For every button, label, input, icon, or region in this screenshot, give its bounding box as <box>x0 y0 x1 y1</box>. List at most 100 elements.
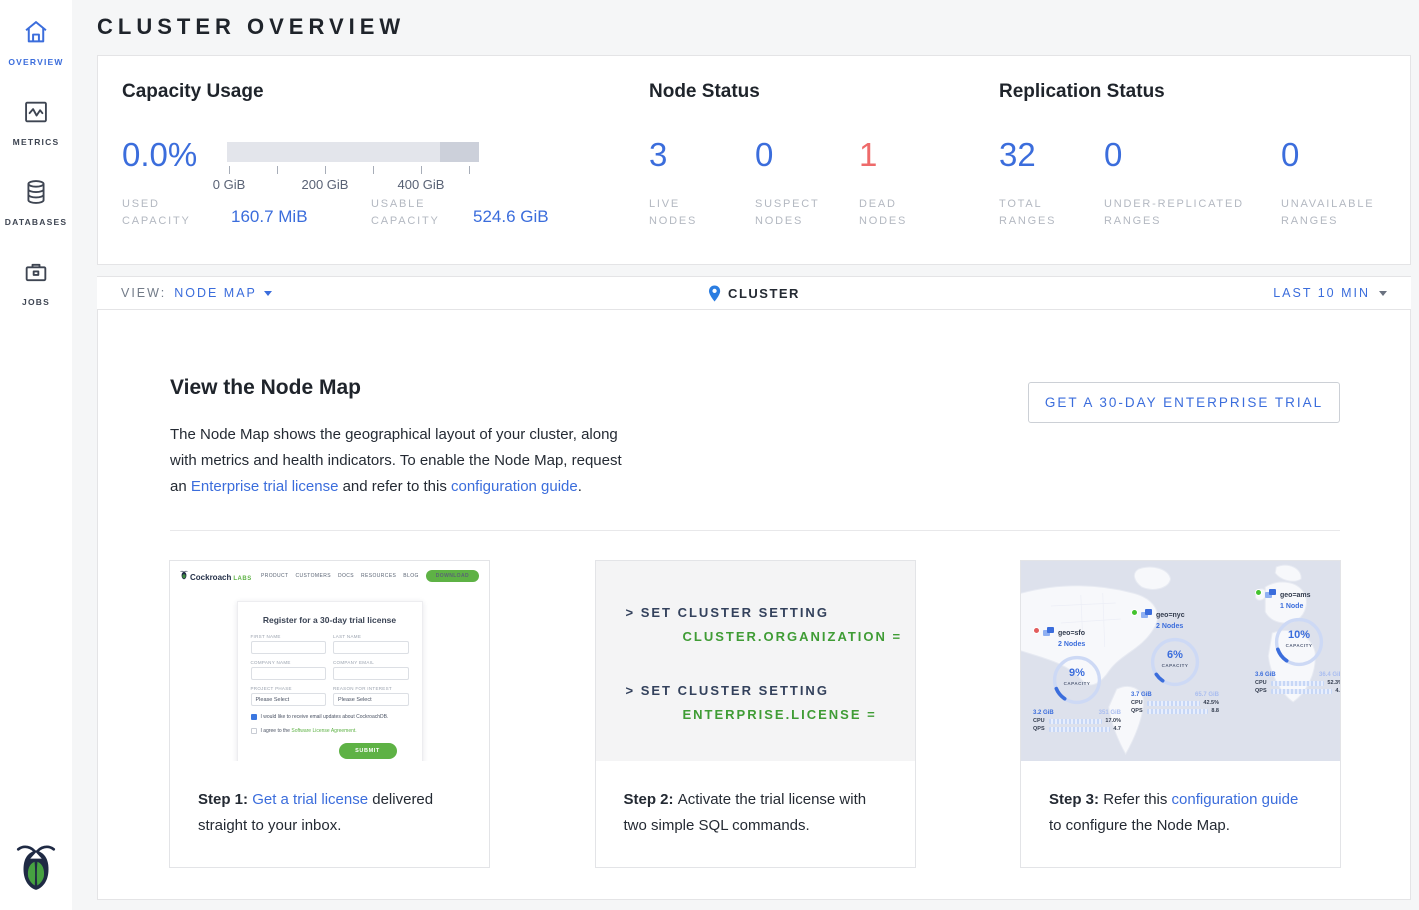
step2-card: > SET CLUSTER SETTING CLUSTER.ORGANIZATI… <box>595 560 916 868</box>
description-text: and refer to this <box>338 478 451 495</box>
suspect-nodes-label: SUSPECT NODES <box>755 196 839 230</box>
chevron-down-icon <box>264 291 272 296</box>
databases-icon <box>21 178 51 206</box>
mini-site-logo-suffix: LABS <box>233 576 251 582</box>
cpu-sparkline <box>1049 719 1102 724</box>
capacity-percent: 6% <box>1147 649 1203 661</box>
dead-status-dot <box>1033 627 1040 634</box>
cpu-label: CPU <box>1131 700 1144 706</box>
mini-submit-button: SUBMIT <box>339 743 397 759</box>
live-nodes-value: 3 <box>649 136 667 174</box>
capacity-used: 3.7 GiB <box>1131 692 1152 698</box>
capacity-gauge: 6% CAPACITY <box>1147 634 1203 690</box>
capacity-label: CAPACITY <box>1147 663 1203 668</box>
view-selector-value: NODE MAP <box>174 286 257 300</box>
page-title: CLUSTER OVERVIEW <box>97 14 405 40</box>
locality-node-count: 2 Nodes <box>1058 641 1085 648</box>
locality-widget-nyc: geo=nyc2 Nodes 6% CAPACITY 3.7 GiB65.7 G… <box>1131 609 1219 714</box>
cluster-overview-page: OVERVIEW METRICS DATABASES <box>0 0 1419 910</box>
capacity-used-percent: 0.0% <box>122 136 197 174</box>
sidebar-item-overview[interactable]: OVERVIEW <box>0 18 72 70</box>
sidebar-item-databases[interactable]: DATABASES <box>0 178 72 230</box>
step3-text: to configure the Node Map. <box>1049 817 1230 834</box>
capacity-used: 3.2 GiB <box>1033 710 1054 716</box>
capacity-gauge: 9% CAPACITY <box>1049 652 1105 708</box>
view-label: VIEW: <box>121 286 166 300</box>
axis-tick <box>421 166 422 174</box>
metrics-icon <box>21 98 51 126</box>
axis-tick-label: 400 GiB <box>398 177 445 192</box>
qps-label: QPS <box>1131 708 1144 714</box>
breadcrumb-cluster-label: CLUSTER <box>728 286 800 301</box>
live-status-dot <box>1131 609 1138 616</box>
code-line: > SET CLUSTER SETTING <box>626 605 829 620</box>
jobs-icon <box>21 258 51 286</box>
mini-checkbox-checked <box>251 714 257 720</box>
unavailable-ranges-value: 0 <box>1281 136 1299 174</box>
mini-nav-item: DOCS <box>338 573 354 579</box>
mini-nav-item: BLOG <box>403 573 419 579</box>
mini-select: Please Select <box>333 693 409 706</box>
used-capacity-value: 160.7 MiB <box>231 207 308 227</box>
breadcrumb[interactable]: CLUSTER <box>708 277 800 309</box>
axis-tick-label: 200 GiB <box>302 177 349 192</box>
node-cube-icon <box>1141 609 1153 620</box>
code-line: CLUSTER.ORGANIZATION = <box>683 629 903 644</box>
capacity-bar <box>227 142 479 162</box>
mini-field-label: PROJECT PHASE <box>251 686 327 691</box>
cockroach-logo <box>14 842 58 892</box>
time-range-dropdown[interactable]: LAST 10 MIN <box>1273 277 1387 309</box>
cpu-value: 42.5% <box>1203 700 1219 706</box>
live-status-dot <box>1255 589 1262 596</box>
cluster-summary-panel: Capacity Usage 0.0% 0 GiB 200 GiB 400 Gi… <box>97 55 1411 265</box>
step3-card: geo=sfo2 Nodes 9% CAPACITY 3.2 GiB351 Gi… <box>1020 560 1341 868</box>
locality-name: geo=sfo <box>1058 630 1085 637</box>
mini-input <box>251 667 327 680</box>
total-ranges-label: TOTAL RANGES <box>999 196 1079 230</box>
replication-status-title: Replication Status <box>999 81 1165 103</box>
sidebar-item-label: JOBS <box>22 297 50 307</box>
view-selector-dropdown[interactable]: NODE MAP <box>174 286 272 300</box>
enterprise-trial-license-link[interactable]: Enterprise trial license <box>191 478 339 495</box>
node-map-preview-image: geo=sfo2 Nodes 9% CAPACITY 3.2 GiB351 Gi… <box>1021 561 1340 761</box>
capacity-used: 3.6 GiB <box>1255 672 1276 678</box>
mini-input <box>333 641 409 654</box>
mini-select: Please Select <box>251 693 327 706</box>
get-trial-license-link[interactable]: Get a trial license <box>252 791 368 808</box>
mini-field-label: REASON FOR INTEREST <box>333 686 409 691</box>
capacity-percent: 10% <box>1271 629 1327 641</box>
axis-tick <box>229 166 230 174</box>
capacity-total: 65.7 GiB <box>1195 692 1219 698</box>
mini-checkbox-unchecked <box>251 728 257 734</box>
under-replicated-ranges-value: 0 <box>1104 136 1122 174</box>
sidebar-item-jobs[interactable]: JOBS <box>0 258 72 310</box>
axis-tick <box>325 166 326 174</box>
step2-caption: Step 2: Activate the trial license with … <box>596 761 915 839</box>
sidebar-item-metrics[interactable]: METRICS <box>0 98 72 150</box>
qps-label: QPS <box>1255 688 1268 694</box>
axis-tick <box>469 166 470 174</box>
code-line: ENTERPRISE.LICENSE = <box>683 707 877 722</box>
mini-input <box>251 641 327 654</box>
locality-name: geo=ams <box>1280 592 1311 599</box>
step3-text: Refer this <box>1103 791 1171 808</box>
capacity-usage-title: Capacity Usage <box>122 81 264 103</box>
mini-field-label: COMPANY NAME <box>251 660 327 665</box>
mini-license-link: Software License Agreement. <box>291 728 356 734</box>
under-replicated-ranges-label: UNDER-REPLICATED RANGES <box>1104 196 1268 230</box>
mini-checkbox-text: I agree to the <box>261 728 292 734</box>
node-map-heading: View the Node Map <box>170 376 361 400</box>
enterprise-trial-button[interactable]: GET A 30-DAY ENTERPRISE TRIAL <box>1028 382 1340 423</box>
sidebar-item-label: OVERVIEW <box>8 57 63 67</box>
configuration-guide-link[interactable]: configuration guide <box>1172 791 1299 808</box>
configuration-guide-link[interactable]: configuration guide <box>451 478 578 495</box>
axis-tick <box>277 166 278 174</box>
axis-tick <box>373 166 374 174</box>
qps-sparkline <box>1147 709 1208 714</box>
suspect-nodes-value: 0 <box>755 136 773 174</box>
step3-label: Step 3: <box>1049 791 1103 808</box>
qps-label: QPS <box>1033 726 1046 732</box>
used-capacity-label: USED CAPACITY <box>122 196 208 230</box>
trial-registration-preview: Cockroach LABS PRODUCT CUSTOMERS DOCS RE… <box>170 561 489 761</box>
description-text: . <box>578 478 582 495</box>
